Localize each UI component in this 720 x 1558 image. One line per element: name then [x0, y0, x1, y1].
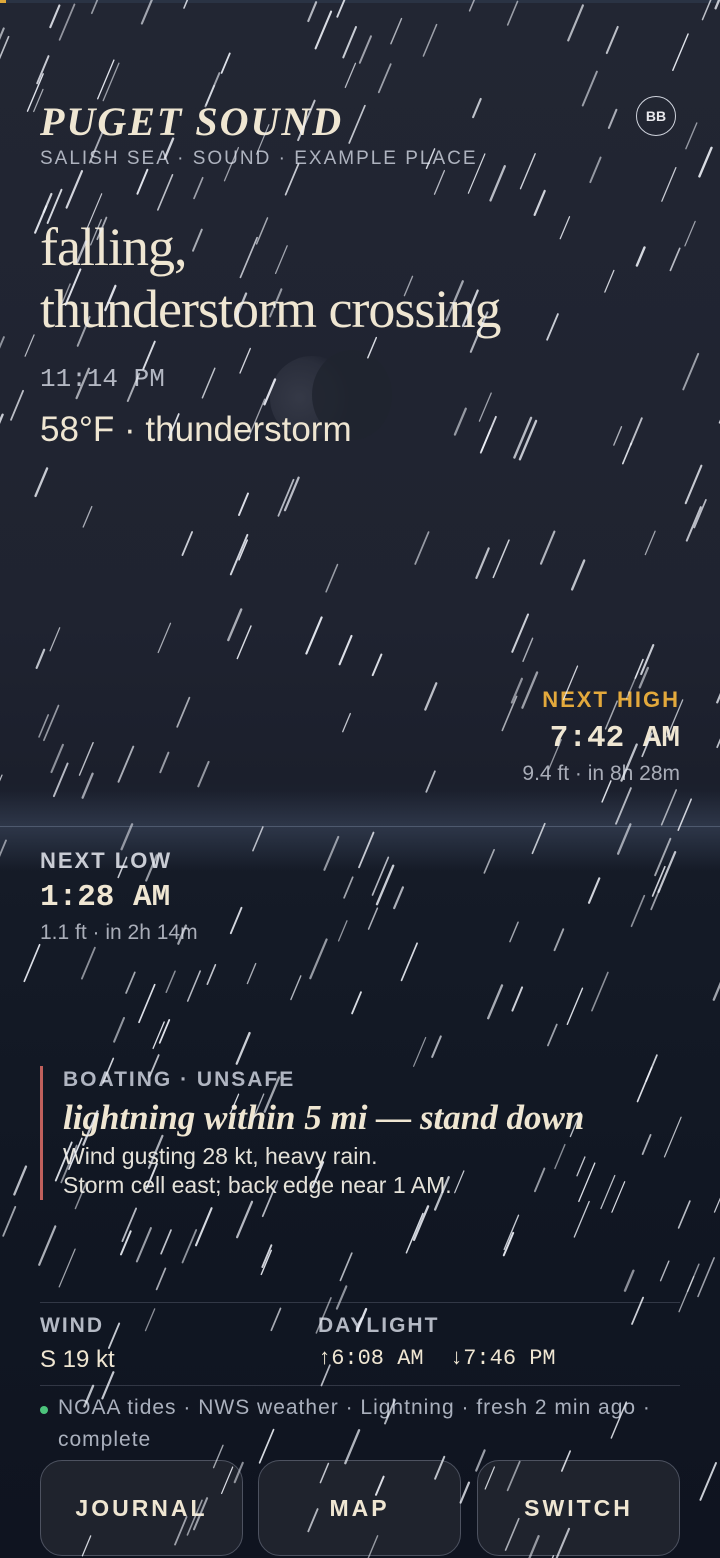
current-time: 11:14 PM	[40, 364, 165, 394]
daylight-stat: DAYLIGHT ↑6:08 AM ↓7:46 PM	[318, 1314, 556, 1371]
next-low-time: 1:28 AM	[40, 880, 171, 915]
wind-stat: WIND S 19 kt	[40, 1314, 115, 1374]
switch-button[interactable]: SWITCH	[477, 1460, 680, 1556]
daylight-label: DAYLIGHT	[318, 1314, 440, 1337]
headline-line-1: falling,	[40, 217, 187, 277]
advisory-body: Wind gusting 28 kt, heavy rain. Storm ce…	[63, 1142, 680, 1200]
map-button[interactable]: MAP	[258, 1460, 461, 1556]
location-title: PUGET SOUND	[40, 99, 344, 144]
content-layer: PUGET SOUND SALISH SEA · SOUND · EXAMPLE…	[0, 0, 720, 1558]
boating-advisory: BOATING · UNSAFE lightning within 5 mi —…	[40, 1066, 680, 1200]
conditions-headline: falling, thunderstorm crossing	[40, 216, 501, 340]
data-sources: NOAA tides · NWS weather · Lightning · f…	[40, 1392, 680, 1456]
temperature-summary: 58°F · thunderstorm	[40, 410, 352, 449]
headline-line-2: thunderstorm crossing	[40, 279, 501, 339]
status-dot-icon	[40, 1406, 48, 1414]
advisory-headline: lightning within 5 mi — stand down	[63, 1098, 585, 1137]
next-low-label: NEXT LOW	[40, 848, 173, 873]
next-high-label: NEXT HIGH	[542, 687, 680, 712]
daylight-value: ↑6:08 AM ↓7:46 PM	[318, 1346, 556, 1371]
advisory-label: BOATING · UNSAFE	[63, 1068, 296, 1091]
next-high-detail: 9.4 ft · in 8h 28m	[522, 762, 680, 785]
stats-bottom-divider	[40, 1385, 680, 1386]
wind-value: S 19 kt	[40, 1346, 115, 1373]
next-high-tide: NEXT HIGH 7:42 AM 9.4 ft · in 8h 28m	[522, 687, 680, 786]
advisory-body-line-1: Wind gusting 28 kt, heavy rain.	[63, 1143, 378, 1169]
stats-top-divider	[40, 1302, 680, 1303]
wind-label: WIND	[40, 1314, 104, 1337]
next-low-tide: NEXT LOW 1:28 AM 1.1 ft · in 2h 14m	[40, 848, 198, 945]
avatar[interactable]: BB	[636, 96, 676, 136]
advisory-body-line-2: Storm cell east; back edge near 1 AM.	[63, 1172, 452, 1198]
journal-button[interactable]: JOURNAL	[40, 1460, 243, 1556]
next-low-detail: 1.1 ft · in 2h 14m	[40, 921, 198, 944]
sources-text: NOAA tides · NWS weather · Lightning · f…	[58, 1396, 651, 1451]
next-high-time: 7:42 AM	[549, 721, 680, 756]
location-subtitle: SALISH SEA · SOUND · EXAMPLE PLACE	[40, 148, 478, 169]
